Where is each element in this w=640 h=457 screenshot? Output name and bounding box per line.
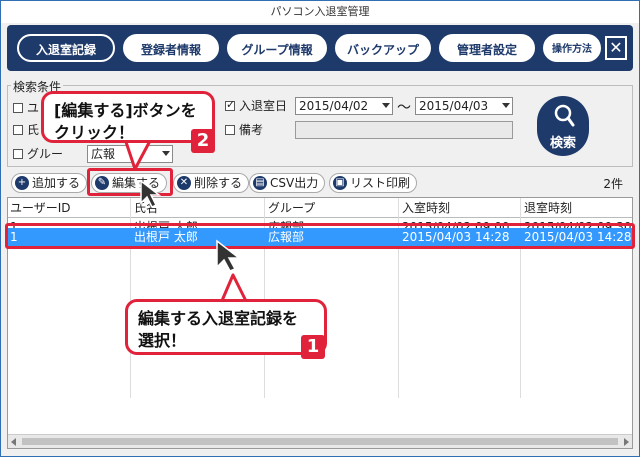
nav-entry-records[interactable]: 入退室記録 [17, 34, 115, 62]
group-select-value: 広報 [91, 147, 116, 161]
date-label: 入退室日 [239, 99, 288, 113]
name-label: 氏 [27, 123, 40, 137]
delete-button-label: 削除する [194, 176, 243, 190]
record-count: 2件 [603, 177, 623, 191]
row-highlight-frame [5, 223, 635, 249]
nav-backup[interactable]: バックアップ [335, 34, 431, 62]
callout-step-1: 編集する入退室記録を 選択！ [125, 299, 327, 355]
nav-help[interactable]: 操作方法 [543, 34, 601, 62]
close-icon[interactable]: ✕ [605, 36, 627, 60]
printer-icon: ▣ [333, 176, 347, 190]
scroll-left-icon[interactable] [11, 438, 16, 446]
nav-groups[interactable]: グループ情報 [227, 34, 327, 62]
chevron-down-icon [502, 103, 510, 108]
x-circle-icon: ✕ [177, 176, 191, 190]
column-header[interactable]: グループ [266, 199, 396, 217]
main-nav: 入退室記録 登録者情報 グループ情報 バックアップ 管理者設定 操作方法 ✕ [7, 25, 633, 71]
print-list-button[interactable]: ▣ リスト印刷 [329, 173, 418, 193]
csv-export-button[interactable]: ▤ CSV出力 [249, 173, 326, 193]
nav-admin-settings[interactable]: 管理者設定 [439, 34, 535, 62]
mouse-cursor-icon [140, 179, 161, 209]
nav-registrants[interactable]: 登録者情報 [123, 34, 219, 62]
document-icon: ▤ [253, 176, 267, 190]
name-checkbox[interactable] [13, 125, 23, 135]
column-header[interactable]: 退室時刻 [522, 199, 632, 217]
callout-step-2-line1: [編集する]ボタンを [54, 101, 197, 120]
user-id-checkbox[interactable] [13, 103, 23, 113]
date-to-picker[interactable]: 2015/04/03 [415, 97, 513, 115]
app-window: パソコン入退室管理 入退室記録 登録者情報 グループ情報 バックアップ 管理者設… [0, 0, 640, 457]
csv-export-label: CSV出力 [270, 176, 319, 190]
callout-step-2-line2: クリック！ [54, 123, 135, 142]
date-range-separator: 〜 [397, 100, 411, 116]
scroll-right-icon[interactable] [624, 438, 629, 446]
column-header[interactable]: 入室時刻 [400, 199, 518, 217]
delete-button[interactable]: ✕ 削除する [173, 173, 250, 193]
search-button[interactable]: 検索 [537, 96, 589, 156]
step-1-badge: 1 [301, 335, 325, 359]
note-input[interactable] [295, 121, 513, 139]
note-label: 備考 [239, 123, 264, 137]
column-header[interactable]: ユーザーID [8, 199, 128, 217]
print-list-label: リスト印刷 [350, 176, 411, 190]
date-checkbox[interactable]: ✓ [225, 98, 236, 111]
add-button-label: 追加する [32, 176, 81, 190]
group-checkbox[interactable] [13, 149, 23, 159]
plus-icon: + [15, 176, 29, 190]
horizontal-scrollbar[interactable] [8, 434, 632, 448]
window-title: パソコン入退室管理 [1, 1, 639, 23]
note-checkbox[interactable] [225, 125, 235, 135]
check-icon: ✓ [226, 98, 236, 111]
date-to-value: 2015/04/03 [419, 99, 489, 113]
search-button-label: 検索 [549, 136, 576, 151]
date-from-picker[interactable]: 2015/04/02 [295, 97, 393, 115]
user-id-label: ユ [27, 101, 40, 115]
add-button[interactable]: + 追加する [11, 173, 88, 193]
chevron-down-icon [162, 151, 170, 156]
callout-step-2: [編集する]ボタンを クリック！ [41, 91, 215, 143]
group-label: グルー [27, 147, 64, 161]
date-from-value: 2015/04/02 [299, 99, 369, 113]
callout-step-1-line1: 編集する入退室記録を [138, 309, 299, 328]
callout-step-1-line2: 選択！ [138, 331, 187, 350]
table-header: ユーザーID 氏名 グループ 入室時刻 退室時刻 [8, 198, 632, 218]
search-icon [554, 104, 575, 127]
chevron-down-icon [382, 103, 390, 108]
scrollbar-thumb[interactable] [22, 438, 618, 445]
step-2-badge: 2 [191, 129, 215, 153]
mouse-cursor-icon [216, 239, 241, 272]
